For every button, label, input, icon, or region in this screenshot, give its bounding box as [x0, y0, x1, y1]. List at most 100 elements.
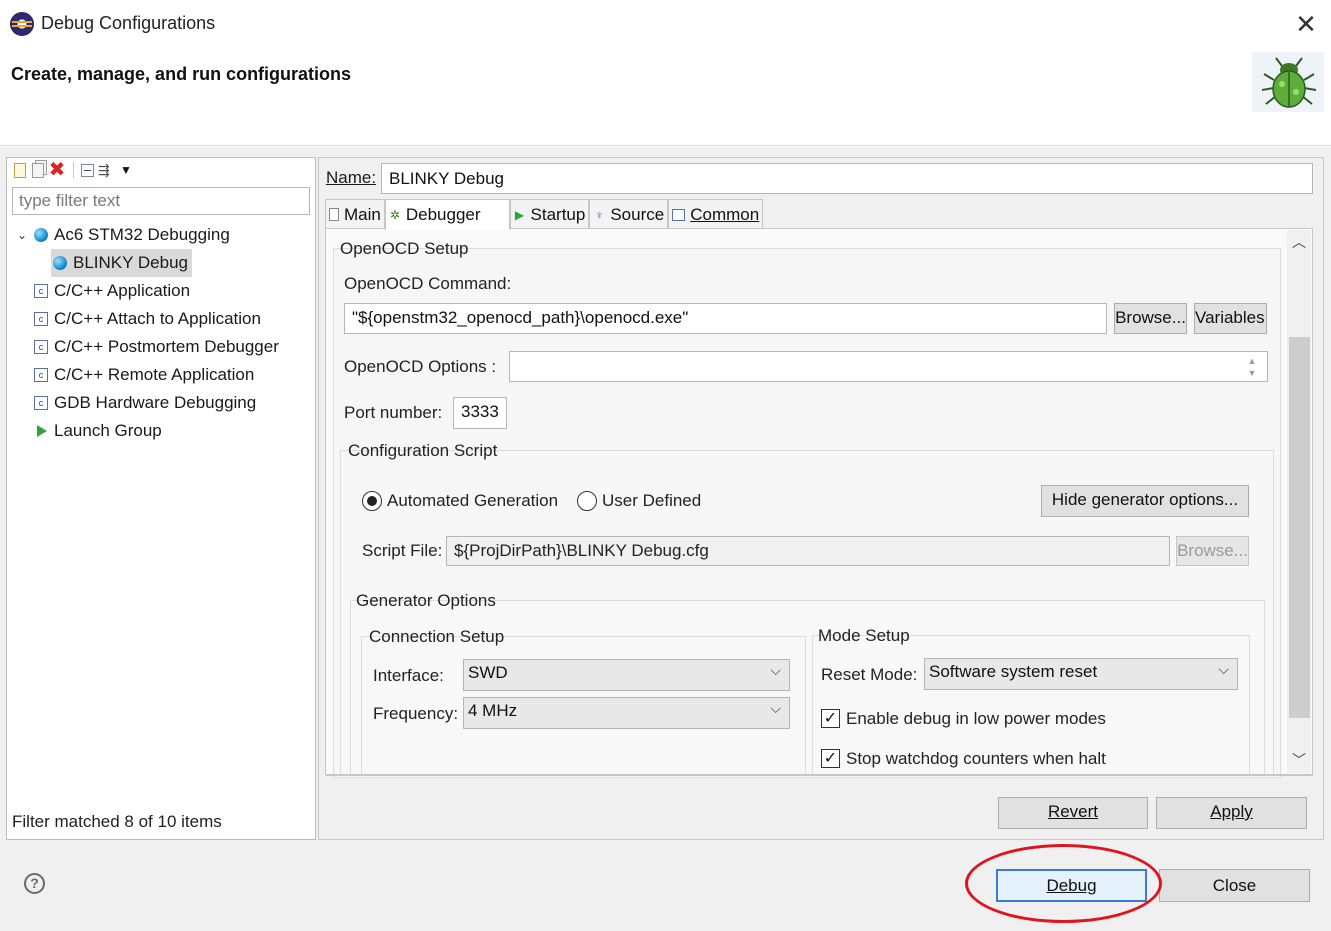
view-menu-dropdown-icon[interactable]: ▼: [120, 161, 138, 179]
filter-input[interactable]: [12, 187, 310, 215]
tree-item-label: C/C++ Remote Application: [54, 365, 255, 384]
tree-item-label: C/C++ Attach to Application: [54, 309, 261, 328]
configuration-tabs: Main ✲ Debugger ▶ Startup ♆ Source Commo…: [325, 199, 764, 230]
frequency-label: Frequency:: [373, 704, 459, 723]
configuration-toolbar: ✖ ⇶ ▼: [12, 160, 138, 180]
tab-panel-bottom-border: [326, 774, 1313, 776]
toolbar-separator: [73, 162, 74, 178]
close-icon[interactable]: ✕: [1292, 10, 1320, 38]
tab-label: Debugger: [405, 205, 481, 224]
scroll-down-small-icon: ▼: [1247, 368, 1257, 378]
script-file-field[interactable]: ${ProjDirPath}\BLINKY Debug.cfg: [446, 536, 1170, 566]
openocd-browse-button[interactable]: Browse...: [1114, 303, 1187, 334]
openocd-options-field[interactable]: [509, 351, 1268, 382]
script-file-label: Script File:: [362, 541, 443, 560]
c-config-icon: c: [34, 284, 48, 298]
c-config-icon: c: [34, 312, 48, 326]
dialog-header-title: Create, manage, and run configurations: [11, 64, 352, 84]
debug-config-icon: [53, 256, 67, 270]
bug-icon: [1252, 52, 1324, 112]
port-number-field[interactable]: 3333: [453, 397, 507, 429]
expand-chevron-icon[interactable]: ⌄: [16, 221, 28, 249]
delete-configuration-icon[interactable]: ✖: [48, 160, 66, 180]
name-label: Name:: [326, 168, 377, 187]
tree-item-label: C/C++ Postmortem Debugger: [54, 337, 279, 356]
eclipse-icon: [10, 12, 34, 36]
mode-setup-title: Mode Setup: [818, 626, 910, 645]
user-defined-radio[interactable]: [577, 491, 597, 511]
c-config-icon: c: [34, 368, 48, 382]
close-button[interactable]: Close: [1159, 869, 1310, 902]
tree-item-label: C/C++ Application: [54, 281, 191, 300]
tree-item-label: Launch Group: [54, 421, 162, 440]
user-defined-label[interactable]: User Defined: [602, 491, 701, 511]
launch-group-icon: [37, 425, 47, 437]
tree-item-launch-group[interactable]: Launch Group: [34, 417, 162, 445]
scroll-down-icon[interactable]: ﹀: [1287, 750, 1311, 772]
openocd-command-field[interactable]: "${openstm32_openocd_path}\openocd.exe": [344, 303, 1107, 334]
tree-item-label: GDB Hardware Debugging: [54, 393, 257, 412]
duplicate-configuration-icon[interactable]: [32, 163, 44, 178]
apply-button[interactable]: Apply: [1156, 797, 1307, 829]
tab-main[interactable]: Main: [325, 199, 385, 229]
stop-watchdog-checkbox[interactable]: ✓: [821, 749, 840, 768]
generator-options-title: Generator Options: [356, 591, 496, 610]
tree-item-cpp-remote[interactable]: c C/C++ Remote Application: [34, 361, 254, 389]
openocd-setup-title: OpenOCD Setup: [340, 239, 469, 258]
reset-mode-select[interactable]: Software system reset: [924, 658, 1238, 690]
new-configuration-icon[interactable]: [14, 162, 26, 178]
configuration-script-title: Configuration Script: [348, 441, 498, 460]
c-config-icon: c: [34, 340, 48, 354]
tree-item-label: Ac6 STM32 Debugging: [54, 225, 230, 244]
debugger-tab-icon: ✲: [389, 208, 400, 222]
filter-status-text: Filter matched 8 of 10 items: [12, 812, 222, 831]
tab-label: Source: [610, 204, 665, 224]
debug-button[interactable]: Debug: [996, 869, 1147, 902]
openocd-options-label: OpenOCD Options :: [344, 357, 497, 376]
tab-startup[interactable]: ▶ Startup: [509, 199, 590, 229]
collapse-all-icon[interactable]: [81, 163, 94, 177]
tab-common[interactable]: Common: [668, 199, 764, 229]
tab-debugger[interactable]: ✲ Debugger: [384, 199, 510, 230]
help-icon[interactable]: ?: [24, 873, 45, 894]
tree-item-label: BLINKY Debug: [73, 253, 188, 272]
debug-config-icon: [34, 228, 48, 242]
tree-item-gdb-hardware[interactable]: c GDB Hardware Debugging: [34, 389, 256, 417]
tree-item-cpp-application[interactable]: c C/C++ Application: [34, 277, 190, 305]
scroll-up-icon[interactable]: ︿: [1287, 232, 1311, 254]
interface-label: Interface:: [373, 666, 444, 685]
frequency-select[interactable]: 4 MHz: [463, 697, 790, 729]
enable-debug-low-power-label[interactable]: Enable debug in low power modes: [846, 709, 1106, 729]
window-title: Debug Configurations: [41, 13, 216, 33]
interface-select[interactable]: SWD: [463, 659, 790, 691]
common-tab-icon: [672, 208, 686, 221]
automated-generation-label[interactable]: Automated Generation: [387, 491, 558, 511]
tab-source[interactable]: ♆ Source: [589, 199, 669, 229]
source-tab-icon: ♆: [594, 207, 604, 222]
main-tab-icon: [329, 208, 339, 221]
revert-button[interactable]: Revert: [998, 797, 1148, 829]
tab-label: Common: [690, 204, 760, 224]
tab-label: Startup: [530, 204, 586, 224]
automated-generation-radio[interactable]: [362, 491, 382, 511]
startup-tab-icon: ▶: [514, 207, 525, 222]
tab-label: Main: [344, 204, 381, 224]
stop-watchdog-label[interactable]: Stop watchdog counters when halt: [846, 749, 1106, 769]
openocd-command-label: OpenOCD Command:: [344, 274, 512, 293]
hide-generator-options-button[interactable]: Hide generator options...: [1041, 485, 1249, 517]
port-number-label: Port number:: [344, 403, 443, 422]
name-field[interactable]: [381, 163, 1313, 194]
tree-item-cpp-attach[interactable]: c C/C++ Attach to Application: [34, 305, 261, 333]
tree-item-blinky-debug[interactable]: BLINKY Debug: [51, 249, 192, 277]
scroll-up-small-icon: ▲: [1247, 356, 1257, 366]
tree-item-cpp-postmortem[interactable]: c C/C++ Postmortem Debugger: [34, 333, 279, 361]
script-browse-button: Browse...: [1176, 536, 1249, 566]
reset-mode-label: Reset Mode:: [821, 665, 918, 684]
openocd-variables-button[interactable]: Variables...: [1194, 303, 1267, 334]
enable-debug-low-power-checkbox[interactable]: ✓: [821, 709, 840, 728]
scrollbar-thumb[interactable]: [1289, 337, 1310, 718]
filter-configurations-icon[interactable]: ⇶: [98, 161, 116, 179]
connection-setup-title: Connection Setup: [369, 627, 505, 646]
c-config-icon: c: [34, 396, 48, 410]
tree-item-ac6-stm32-debugging[interactable]: ⌄ Ac6 STM32 Debugging: [16, 221, 230, 249]
